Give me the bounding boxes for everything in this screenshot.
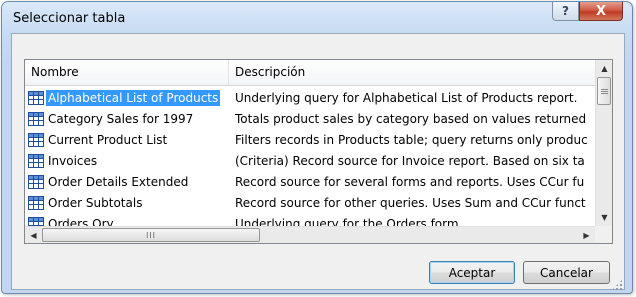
list-rows: Alphabetical List of Products Underlying …: [25, 87, 595, 234]
cancel-button[interactable]: Cancelar: [523, 261, 610, 284]
column-header-description[interactable]: Descripción: [229, 60, 595, 85]
row-name-cell: Category Sales for 1997: [25, 111, 229, 127]
dialog-title: Seleccionar tabla: [13, 11, 126, 26]
table-icon: [28, 195, 44, 210]
help-button[interactable]: ?: [552, 2, 579, 21]
column-header-name[interactable]: Nombre: [25, 60, 229, 85]
table-icon: [28, 132, 44, 147]
resize-grip-icon[interactable]: [611, 279, 623, 291]
table-name: Order Details Extended: [48, 174, 189, 189]
scroll-up-icon[interactable]: ▲: [596, 60, 612, 77]
table-name: Alphabetical List of Products: [46, 89, 221, 106]
row-name-cell: Current Product List: [25, 132, 229, 148]
accept-button[interactable]: Aceptar: [429, 261, 515, 284]
table-icon: [28, 153, 44, 168]
table-description: Filters records in Products table; query…: [235, 132, 588, 147]
table-description: Record source for other queries. Uses Su…: [235, 195, 586, 210]
scroll-down-icon[interactable]: ▼: [596, 209, 612, 226]
table-list[interactable]: Nombre Descripción Alphabetical List of …: [24, 59, 613, 244]
scroll-right-icon[interactable]: ▶: [578, 227, 595, 243]
table-icon: [28, 90, 44, 105]
help-icon: ?: [562, 4, 569, 18]
horizontal-scrollbar[interactable]: ◀ III ▶: [25, 226, 595, 243]
table-row[interactable]: Order Subtotals Record source for other q…: [25, 192, 595, 213]
table-row[interactable]: Order Details Extended Record source for …: [25, 171, 595, 192]
horizontal-scroll-thumb[interactable]: III: [42, 228, 260, 242]
table-icon: [28, 174, 44, 189]
vertical-scrollbar[interactable]: ▲ ▼: [595, 60, 612, 226]
scrollbar-corner: [595, 226, 612, 243]
select-table-dialog: Seleccionar tabla ? X Nombre Descripción…: [0, 0, 636, 297]
table-row[interactable]: Invoices (Criteria) Record source for Inv…: [25, 150, 595, 171]
table-row[interactable]: Current Product List Filters records in P…: [25, 129, 595, 150]
table-row[interactable]: Category Sales for 1997 Totals product sa…: [25, 108, 595, 129]
table-name: Category Sales for 1997: [48, 111, 194, 126]
vertical-scroll-thumb[interactable]: [597, 77, 611, 105]
table-description: Totals product sales by category based o…: [235, 111, 587, 126]
table-description: (Criteria) Record source for Invoice rep…: [235, 153, 585, 168]
scroll-left-icon[interactable]: ◀: [25, 227, 42, 243]
scroll-grip-label: III: [145, 230, 157, 240]
table-row[interactable]: Alphabetical List of Products Underlying …: [25, 87, 595, 108]
row-name-cell: Order Subtotals: [25, 195, 229, 211]
row-name-cell: Invoices: [25, 153, 229, 169]
row-name-cell: Alphabetical List of Products: [25, 89, 229, 106]
list-header: Nombre Descripción: [25, 60, 595, 86]
close-button[interactable]: X: [579, 2, 623, 21]
table-name: Invoices: [48, 153, 98, 168]
close-icon: X: [595, 3, 607, 19]
dialog-body: Nombre Descripción Alphabetical List of …: [11, 33, 625, 291]
dialog-frame: Seleccionar tabla ? X Nombre Descripción…: [1, 1, 633, 294]
table-description: Underlying query for Alphabetical List o…: [235, 90, 578, 105]
table-description: Record source for several forms and repo…: [235, 174, 585, 189]
row-name-cell: Order Details Extended: [25, 174, 229, 190]
table-name: Current Product List: [48, 132, 168, 147]
table-name: Order Subtotals: [48, 195, 143, 210]
table-icon: [28, 111, 44, 126]
